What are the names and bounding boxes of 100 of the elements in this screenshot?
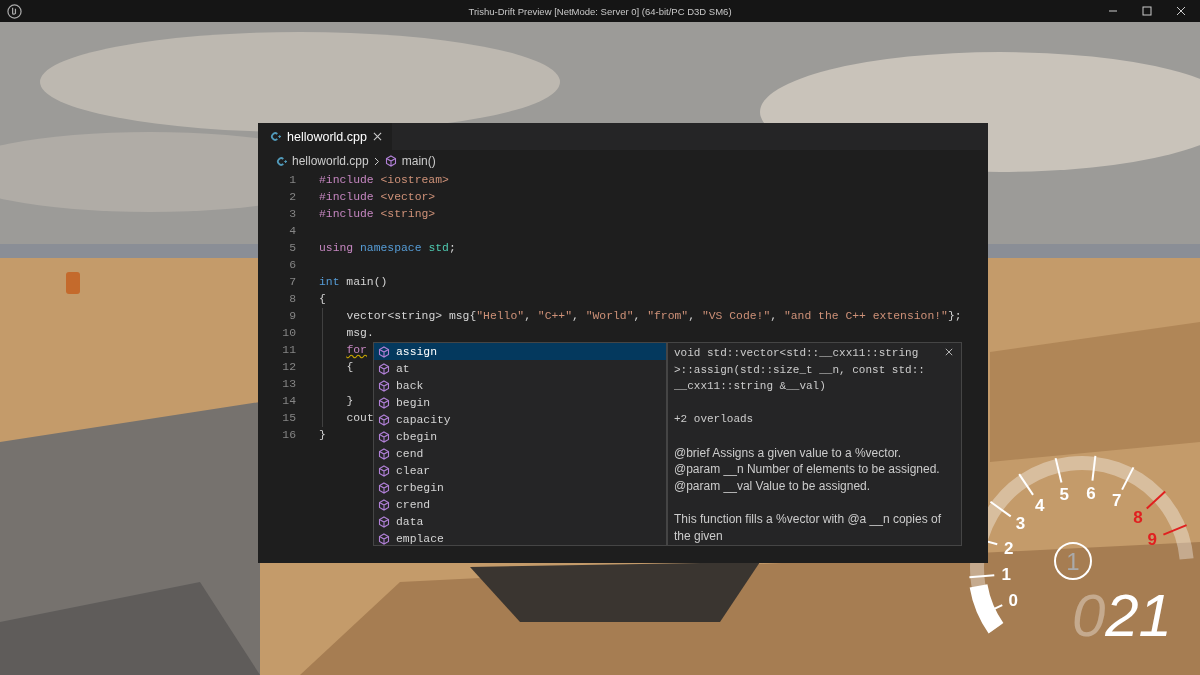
code-token: main()	[345, 276, 388, 288]
line-number: 9	[288, 309, 296, 324]
file-tab[interactable]: helloworld.cpp	[258, 123, 392, 150]
suggestion-item[interactable]: clear	[374, 462, 666, 479]
code-token: <string>	[379, 208, 436, 220]
code-token: "World"	[585, 310, 634, 322]
code-token: <iostream>	[379, 174, 449, 186]
doc-text: This function fills a %vector with @a __n copies of	[674, 510, 941, 528]
tick-label: 9	[1147, 530, 1158, 550]
line-number: 13	[281, 377, 296, 392]
line-number: 6	[288, 258, 296, 273]
signature-text: __cxx11::string &__val)	[674, 379, 826, 395]
tick-label: 5	[1059, 485, 1069, 505]
code-token: }	[346, 395, 354, 407]
cube-icon	[378, 362, 390, 375]
suggestion-item[interactable]: cbegin	[374, 428, 666, 445]
gear-indicator: 1	[1054, 542, 1092, 580]
cube-icon	[378, 413, 390, 426]
line-number: 3	[288, 207, 296, 222]
signature-text: void std::vector<std::__cxx11::string	[674, 346, 919, 361]
cube-icon	[378, 379, 390, 392]
tick-label: 1	[1001, 565, 1011, 585]
code-token: ,	[524, 310, 532, 322]
doc-text: @param __val Value to be assigned.	[674, 477, 871, 495]
code-token: ,	[633, 310, 642, 322]
doc-text: the given	[674, 527, 723, 545]
tick-label: 7	[1111, 491, 1122, 511]
suggestion-item[interactable]: crend	[374, 496, 666, 513]
cpp-file-icon	[270, 131, 281, 142]
line-number: 7	[288, 275, 296, 290]
line-number: 4	[288, 224, 296, 239]
code-token: }	[319, 429, 326, 441]
breadcrumb-item[interactable]: helloworld.cpp	[292, 154, 369, 168]
code-token: };	[947, 310, 962, 322]
cube-icon	[378, 515, 390, 528]
cube-icon	[378, 498, 390, 511]
code-token: for	[346, 344, 367, 356]
code-token: cout	[346, 412, 374, 424]
code-token: ,	[688, 310, 697, 322]
suggestion-item[interactable]: data	[374, 513, 666, 530]
code-token: vector<string> msg{	[346, 310, 477, 322]
close-icon[interactable]	[1176, 6, 1186, 16]
cube-icon	[378, 464, 390, 477]
suggestion-item[interactable]: cend	[374, 445, 666, 462]
doc-text: @param __n Number of elements to be assigned.	[674, 461, 940, 478]
cube-icon	[378, 532, 390, 545]
window-title: Trishu-Drift Preview [NetMode: Server 0] (64-bit/PC D3D SM6)	[468, 5, 732, 17]
code-token: int	[319, 276, 340, 288]
code-token: namespace	[359, 242, 422, 254]
code-token: {	[319, 293, 326, 305]
breadcrumb-item[interactable]: main()	[401, 154, 436, 168]
line-number: 15	[281, 411, 296, 426]
code-token: ,	[770, 310, 779, 322]
maximize-icon[interactable]	[1142, 6, 1152, 16]
suggestion-item[interactable]: capacity	[374, 411, 666, 428]
line-number: 1	[288, 173, 296, 188]
code-token: #include	[319, 208, 374, 220]
code-token: #include	[319, 191, 374, 203]
overloads-text: +2 overloads	[674, 412, 754, 428]
code-token: msg.	[346, 327, 374, 339]
code-token: #include	[319, 174, 374, 186]
code-token: "and the C++ extension!"	[783, 310, 948, 322]
tick-label: 0	[1008, 591, 1018, 611]
doc-text: @brief Assigns a given value to a %vector.	[674, 444, 901, 462]
code-token: "Hello"	[476, 310, 525, 322]
code-token: "from"	[647, 310, 689, 322]
cube-icon	[384, 155, 397, 167]
line-number: 11	[281, 343, 296, 358]
close-icon[interactable]	[945, 348, 953, 356]
suggestion-item[interactable]: back	[374, 377, 666, 394]
code-token: using	[319, 242, 354, 254]
cube-icon	[378, 430, 390, 443]
suggestion-item[interactable]: at	[374, 360, 666, 377]
tick-label: 3	[1015, 514, 1026, 534]
line-number: 5	[288, 241, 296, 256]
line-number: 2	[288, 190, 296, 205]
suggestion-item[interactable]: begin	[374, 394, 666, 411]
cube-icon	[378, 481, 390, 494]
suggestion-item[interactable]: assign	[374, 343, 666, 360]
line-number: 14	[281, 394, 296, 409]
engine-logo-icon	[7, 3, 22, 19]
close-icon[interactable]	[372, 132, 382, 141]
line-number: 16	[281, 428, 296, 443]
suggestion-item[interactable]: emplace	[374, 530, 666, 547]
cube-icon	[378, 345, 390, 358]
line-number: 8	[288, 292, 296, 307]
code-token: {	[346, 361, 354, 373]
code-token: "C++"	[537, 310, 572, 322]
code-token: std	[427, 242, 449, 254]
signature-text: >::assign(std::size_t __n, const std::	[674, 362, 925, 378]
code-token: ;	[448, 242, 456, 254]
tick-label: 4	[1035, 495, 1045, 515]
line-number: 10	[281, 326, 296, 341]
code-token: "VS Code!"	[701, 310, 771, 322]
cube-icon	[378, 447, 390, 460]
line-number: 12	[281, 360, 296, 375]
tick-label: 8	[1133, 507, 1143, 527]
code-token: ,	[572, 310, 580, 322]
cube-icon	[378, 396, 390, 409]
suggestion-item[interactable]: crbegin	[374, 479, 666, 496]
